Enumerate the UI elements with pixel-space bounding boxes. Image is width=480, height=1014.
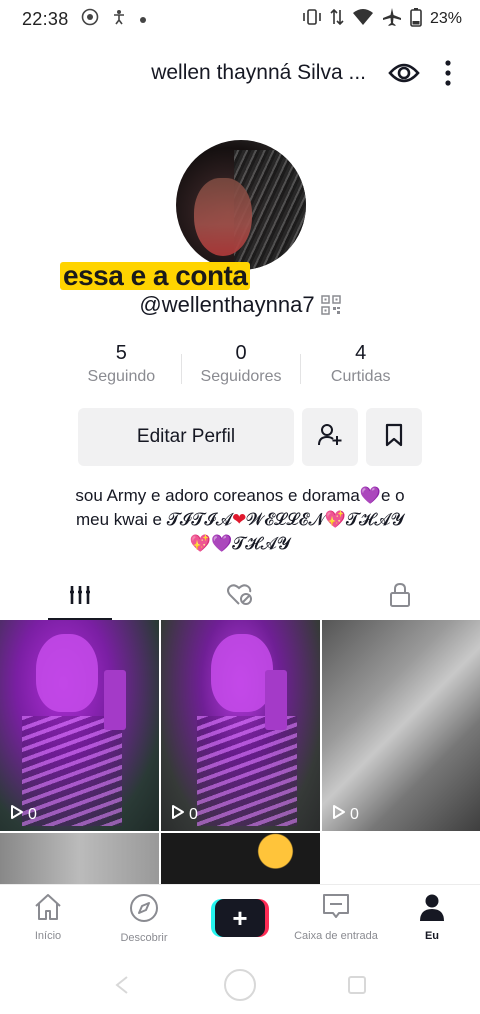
profile-icon bbox=[419, 893, 445, 926]
whatsapp-icon bbox=[81, 8, 99, 30]
bio-fancy-text: 𝓣𝓗𝓐𝓨 bbox=[232, 534, 291, 553]
view-count: 0 bbox=[332, 804, 359, 825]
bookmark-icon bbox=[384, 423, 404, 452]
battery-percent: 23% bbox=[429, 10, 462, 27]
username: @wellenthaynna7 bbox=[139, 292, 315, 317]
bio-text: sou Army e adoro coreanos e dorama bbox=[75, 486, 360, 505]
video-thumbnail[interactable]: 0 bbox=[161, 620, 320, 831]
add-friends-button[interactable] bbox=[302, 408, 358, 466]
username-row: @wellenthaynna7 bbox=[0, 292, 480, 318]
profile-header: wellen thaynná Silva ... bbox=[0, 50, 480, 96]
followers-count: 0 bbox=[235, 342, 247, 364]
recents-icon[interactable] bbox=[347, 975, 367, 1000]
video-grid: 0 0 0 bbox=[0, 620, 480, 885]
nav-inbox[interactable]: Caixa de entrada bbox=[288, 893, 384, 942]
home-circle-icon[interactable] bbox=[223, 968, 257, 1007]
nav-create[interactable]: + bbox=[192, 893, 288, 937]
view-count-number: 0 bbox=[350, 805, 359, 823]
sparkling-heart-emoji: 💖 bbox=[189, 534, 211, 553]
vibrate-icon bbox=[302, 8, 322, 30]
nav-discover-label: Descobrir bbox=[120, 932, 168, 944]
video-thumbnail[interactable] bbox=[161, 833, 320, 885]
bio-text: meu kwai e bbox=[76, 510, 167, 529]
stat-likes[interactable]: 4 Curtidas bbox=[301, 340, 420, 386]
play-icon bbox=[332, 804, 346, 825]
following-label: Seguindo bbox=[87, 368, 156, 385]
bio-fancy-text: 𝓣𝓘𝓣𝓘𝓐 bbox=[166, 510, 233, 529]
grid-icon bbox=[69, 584, 91, 611]
accessibility-icon bbox=[111, 9, 127, 29]
play-icon bbox=[10, 804, 24, 825]
view-count-number: 0 bbox=[189, 805, 198, 823]
video-thumbnail[interactable]: 0 bbox=[0, 620, 159, 831]
plus-icon: + bbox=[215, 899, 265, 937]
tab-liked[interactable] bbox=[160, 574, 320, 620]
data-icon bbox=[330, 8, 344, 31]
nav-home[interactable]: Início bbox=[0, 893, 96, 942]
dot-icon bbox=[139, 11, 147, 28]
wifi-icon bbox=[352, 8, 374, 31]
eye-icon[interactable] bbox=[386, 55, 422, 91]
nav-discover[interactable]: Descobrir bbox=[96, 893, 192, 944]
bio-text: e o bbox=[380, 486, 405, 505]
stat-following[interactable]: 5 Seguindo bbox=[62, 340, 181, 386]
view-count-number: 0 bbox=[28, 805, 37, 823]
video-thumbnail[interactable] bbox=[0, 833, 159, 885]
home-icon bbox=[33, 893, 63, 926]
status-time: 22:38 bbox=[22, 8, 69, 29]
nav-profile-label: Eu bbox=[424, 930, 440, 942]
bio-fancy-text: 𝓣𝓗𝓐𝓨 bbox=[345, 510, 404, 529]
likes-label: Curtidas bbox=[330, 368, 391, 385]
add-user-icon bbox=[317, 422, 343, 453]
purple-heart-emoji: 💜 bbox=[210, 534, 233, 553]
nav-inbox-label: Caixa de entrada bbox=[294, 930, 378, 942]
view-count: 0 bbox=[171, 804, 198, 825]
status-bar: 22:38 23% bbox=[0, 0, 480, 38]
airplane-icon bbox=[382, 7, 402, 32]
nav-profile[interactable]: Eu bbox=[384, 893, 480, 942]
stat-followers[interactable]: 0 Seguidores bbox=[182, 340, 301, 386]
edit-profile-button[interactable]: Editar Perfil bbox=[78, 408, 294, 466]
qr-code-icon[interactable] bbox=[320, 295, 341, 315]
avatar-caption-sticker: essa e a conta bbox=[60, 262, 251, 290]
nav-home-label: Início bbox=[34, 930, 62, 942]
profile-stats: 5 Seguindo 0 Seguidores 4 Curtidas bbox=[62, 340, 420, 386]
battery-icon bbox=[410, 7, 422, 32]
likes-count: 4 bbox=[355, 342, 367, 364]
lock-icon bbox=[389, 582, 411, 613]
avatar[interactable] bbox=[176, 140, 306, 270]
profile-name-title: wellen thaynná Silva ... bbox=[151, 61, 366, 84]
purple-heart-emoji: 💜 bbox=[359, 486, 381, 505]
inbox-icon bbox=[322, 893, 350, 926]
view-count: 0 bbox=[10, 804, 37, 825]
sparkling-heart-emoji: 💖 bbox=[324, 510, 346, 529]
followers-label: Seguidores bbox=[200, 368, 282, 385]
bottom-navigation: Início Descobrir + Caixa de entrada Eu bbox=[0, 884, 480, 954]
system-navigation bbox=[0, 960, 480, 1014]
profile-bio: sou Army e adoro coreanos e dorama💜e o m… bbox=[50, 484, 430, 556]
play-icon bbox=[171, 804, 185, 825]
profile-actions: Editar Perfil bbox=[78, 408, 422, 466]
create-button[interactable]: + bbox=[211, 899, 269, 937]
red-heart-emoji: ❤ bbox=[232, 510, 247, 529]
back-icon[interactable] bbox=[113, 975, 133, 1000]
tab-private[interactable] bbox=[320, 574, 480, 620]
bio-fancy-text: 𝓦𝓔𝓛𝓛𝓔𝓝 bbox=[246, 510, 325, 529]
liked-hidden-icon bbox=[226, 583, 254, 612]
tab-videos[interactable] bbox=[0, 574, 160, 620]
favorites-button[interactable] bbox=[366, 408, 422, 466]
compass-icon bbox=[129, 893, 159, 928]
more-vertical-icon[interactable] bbox=[438, 55, 458, 91]
profile-tabs bbox=[0, 574, 480, 620]
empty-grid-cell bbox=[322, 833, 480, 885]
video-thumbnail[interactable]: 0 bbox=[322, 620, 480, 831]
following-count: 5 bbox=[115, 342, 127, 364]
